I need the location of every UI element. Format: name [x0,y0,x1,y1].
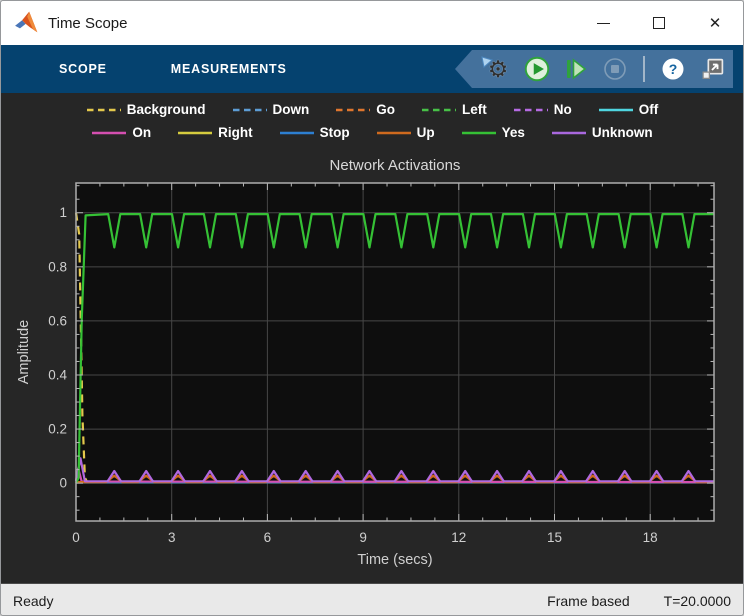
sim-time-label: T=20.0000 [664,593,731,609]
legend-item-stop[interactable]: Stop [279,125,350,140]
titlebar: Time Scope ✕ [1,1,743,45]
svg-text:?: ? [669,61,678,77]
play-icon [524,56,550,82]
minimize-button[interactable] [575,1,631,45]
legend-line-sample [232,107,268,113]
svg-text:3: 3 [168,530,176,545]
help-icon: ? [661,57,685,81]
undock-button[interactable] [699,56,725,82]
svg-text:0: 0 [59,476,67,491]
legend-item-off[interactable]: Off [598,102,659,117]
legend-item-yes[interactable]: Yes [461,125,525,140]
legend-panel: Background Down Go Left No Off On Right Stop Up Ye… [1,93,743,146]
legend-line-sample [551,130,587,136]
status-bar: Ready Frame based T=20.0000 [1,583,743,616]
legend-line-sample [279,130,315,136]
scope-chart[interactable]: Network Activations Time (secs) Amplitud… [1,146,744,583]
legend-item-left[interactable]: Left [421,102,487,117]
legend-line-sample [513,107,549,113]
help-button[interactable]: ? [660,56,686,82]
time-scope-window: Time Scope ✕ SCOPE MEASUREMENTS ⚙ [0,0,744,616]
toolstrip: SCOPE MEASUREMENTS ⚙ [1,45,743,93]
legend-label: Left [462,102,487,117]
legend-label: Down [273,102,310,117]
simulation-controls-banner: ⚙ [455,50,733,88]
legend-line-sample [421,107,457,113]
svg-text:12: 12 [451,530,466,545]
svg-text:1: 1 [59,205,67,220]
legend-label: No [554,102,572,117]
legend-item-unknown[interactable]: Unknown [551,125,653,140]
legend-line-sample [335,107,371,113]
legend-line-sample [598,107,634,113]
x-axis-label: Time (secs) [357,552,432,568]
stop-icon [603,57,627,81]
legend-label: Stop [320,125,350,140]
svg-text:0.8: 0.8 [48,259,67,274]
legend-line-sample [177,130,213,136]
legend-item-up[interactable]: Up [376,125,435,140]
run-button[interactable] [524,56,550,82]
maximize-icon [653,17,665,29]
tab-measurements[interactable]: MEASUREMENTS [171,45,287,93]
legend-item-no[interactable]: No [513,102,572,117]
legend-line-sample [91,130,127,136]
step-forward-icon [564,57,588,81]
svg-text:18: 18 [643,530,658,545]
window-title: Time Scope [48,15,127,32]
legend-line-sample [376,130,412,136]
step-forward-button[interactable] [563,56,589,82]
legend-row: On Right Stop Up Yes Unknown [1,121,743,144]
blue-flag-icon [481,56,494,69]
legend-item-go[interactable]: Go [335,102,395,117]
matlab-logo-icon [14,10,40,36]
tab-scope[interactable]: SCOPE [59,45,107,93]
stop-button[interactable] [602,56,628,82]
legend-row: Background Down Go Left No Off [1,98,743,121]
simulation-settings-button[interactable]: ⚙ [485,56,511,82]
svg-text:0.6: 0.6 [48,313,67,328]
legend-line-sample [86,107,122,113]
frame-mode-label: Frame based [547,593,629,609]
legend-item-on[interactable]: On [91,125,151,140]
legend-item-background[interactable]: Background [86,102,206,117]
legend-label: Unknown [592,125,653,140]
close-icon: ✕ [709,16,722,31]
legend-label: Off [639,102,659,117]
legend-line-sample [461,130,497,136]
svg-text:0.4: 0.4 [48,367,67,382]
plot-panel: Network Activations Time (secs) Amplitud… [1,146,743,583]
maximize-button[interactable] [631,1,687,45]
svg-text:0.2: 0.2 [48,422,67,437]
legend-label: On [132,125,151,140]
svg-text:9: 9 [359,530,367,545]
chart-title: Network Activations [330,157,461,174]
minimize-icon [597,23,610,24]
legend-item-down[interactable]: Down [232,102,310,117]
legend-label: Background [127,102,206,117]
legend-label: Go [376,102,395,117]
legend-item-right[interactable]: Right [177,125,253,140]
legend-label: Yes [502,125,525,140]
status-text: Ready [13,593,53,609]
legend-label: Up [417,125,435,140]
svg-text:6: 6 [264,530,272,545]
svg-text:15: 15 [547,530,562,545]
toolbar-separator [643,56,645,82]
undock-icon [700,57,725,82]
svg-text:0: 0 [72,530,80,545]
legend-label: Right [218,125,253,140]
y-axis-label: Amplitude [16,320,32,384]
close-button[interactable]: ✕ [687,1,743,45]
